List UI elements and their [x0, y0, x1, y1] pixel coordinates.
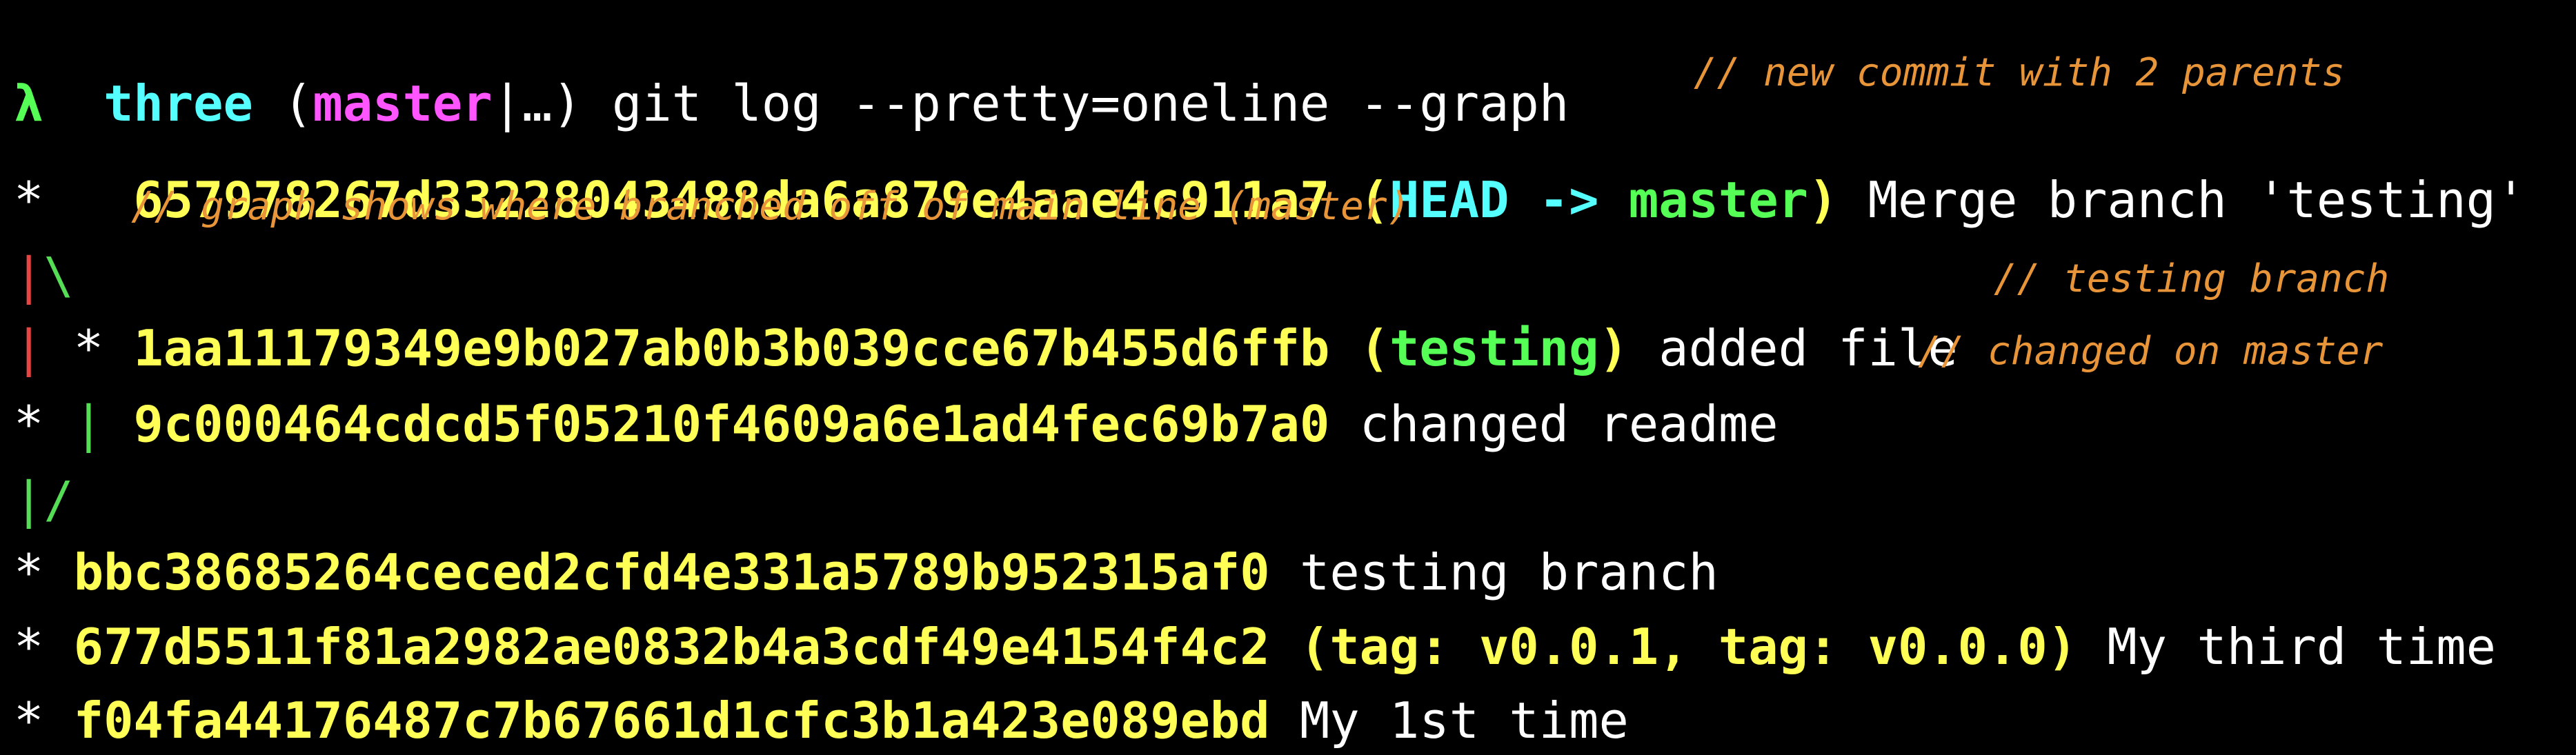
log-line-commit-first: * f04fa44176487c7b67661d1cfc3b1a423e089e… — [14, 617, 1629, 749]
graph-pipe: | — [73, 395, 104, 453]
ref-branch-master: master — [1628, 171, 1808, 229]
annotation-testing: // testing branch — [1994, 256, 2390, 301]
refs-close: ) — [1807, 171, 1839, 229]
log-line-testing: | * 1aa11179349e9b027ab0b3b039cce67b455d… — [14, 245, 1958, 377]
commit-message: My third time — [2107, 618, 2496, 676]
annotation-merge: // new commit with 2 parents — [1694, 50, 2346, 95]
log-line-master: * | 9c000464cdcd5f05210f4609a6e1ad4fec69… — [14, 321, 1779, 453]
commit-message: Merge branch 'testing' — [1867, 171, 2526, 229]
ref-arrow: -> — [1538, 171, 1599, 229]
prompt-line: λ three (master|…) git log --pretty=onel… — [14, 21, 1569, 131]
commit-hash: f04fa44176487c7b67661d1cfc3b1a423e089ebd — [73, 692, 1270, 749]
log-line-merge: * 657978267d33228043488da6a879e4aae4c911… — [14, 97, 2526, 229]
annotation-master: // changed on master — [1918, 329, 2384, 374]
log-line-commit-tagged: * 677d5511f81a2982ae0832b4a3cdf49e4154f4… — [14, 543, 2496, 676]
commit-message: My 1st time — [1299, 692, 1629, 749]
log-line-commit: * bbc38685264ceced2cfd4e331a5789b952315a… — [14, 469, 1718, 601]
log-line-graph-branch: |\ — [14, 172, 74, 305]
graph-star: * — [14, 692, 44, 749]
commit-hash: 9c000464cdcd5f05210f4609a6e1ad4fec69b7a0 — [133, 395, 1330, 453]
annotation-branched: // graph shows where branched off of mai… — [131, 184, 1411, 229]
commit-message: changed readme — [1359, 395, 1779, 453]
log-line-graph-join: |/ — [14, 396, 74, 529]
